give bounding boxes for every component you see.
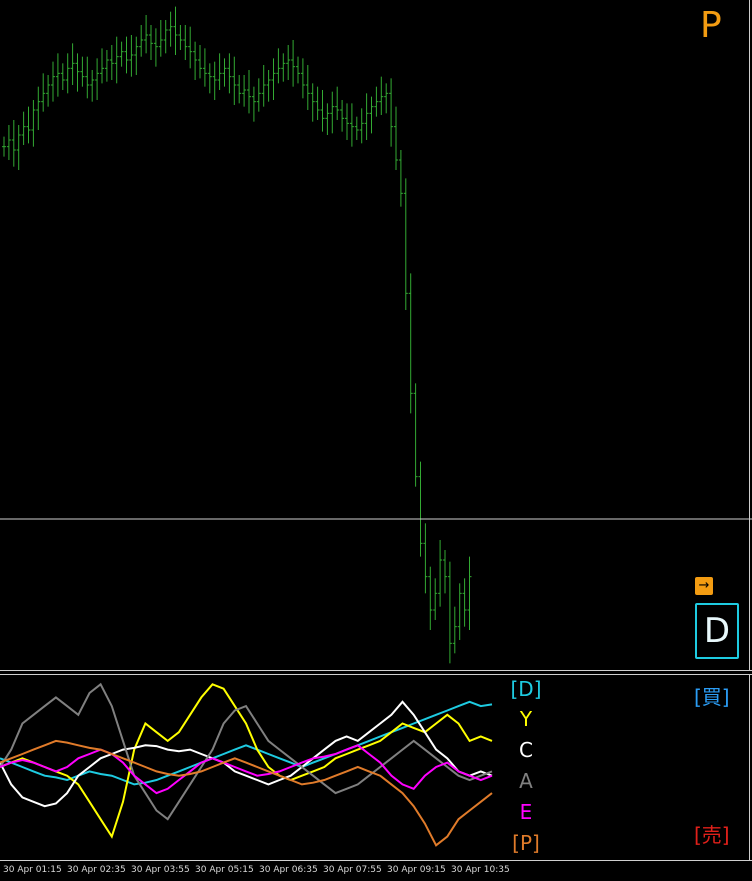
price-chart <box>0 6 752 664</box>
time-tick-label: 30 Apr 01:15 <box>3 865 62 875</box>
legend-p: [P] <box>512 831 540 855</box>
legend-y: Y <box>519 707 533 731</box>
series-line-a <box>0 682 493 821</box>
price-scale-border <box>749 0 750 670</box>
buy-label: [買] <box>694 685 730 709</box>
series-line-c <box>0 700 493 808</box>
series-line-p <box>0 739 493 847</box>
time-tick-label: 30 Apr 07:55 <box>323 865 382 875</box>
mode-d-button[interactable]: D <box>695 603 739 659</box>
indicator-chart <box>0 682 493 847</box>
time-tick-label: 30 Apr 05:15 <box>195 865 254 875</box>
time-tick-label: 30 Apr 03:55 <box>131 865 190 875</box>
arrow-right-icon[interactable]: → <box>695 577 713 595</box>
corner-label: P <box>700 5 722 46</box>
time-tick-label: 30 Apr 06:35 <box>259 865 318 875</box>
time-tick-label: 30 Apr 09:15 <box>387 865 446 875</box>
time-tick-label: 30 Apr 10:35 <box>451 865 510 875</box>
series-line-e <box>0 744 493 795</box>
legend-e: E <box>519 800 533 824</box>
price-bars <box>2 6 472 664</box>
legend-c: C <box>519 738 533 762</box>
indicator-lines <box>0 682 493 847</box>
time-axis: 30 Apr 01:15 30 Apr 02:35 30 Apr 03:55 30 A… <box>0 861 752 881</box>
legend-a: A <box>519 769 533 793</box>
sell-label: [売] <box>694 823 730 847</box>
time-tick-label: 30 Apr 02:35 <box>67 865 126 875</box>
pane-separator <box>0 670 752 671</box>
legend-d: [D] <box>510 677 542 701</box>
